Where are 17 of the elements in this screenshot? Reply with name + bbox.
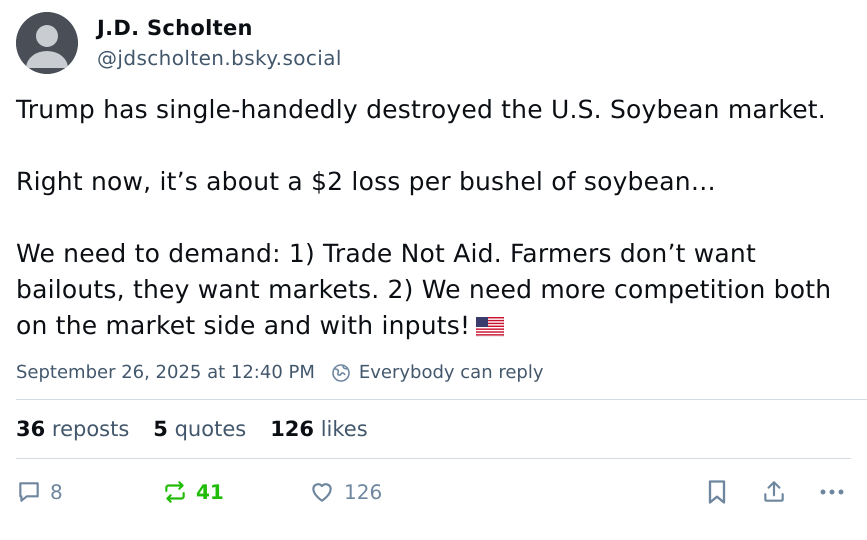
reply-setting: Everybody can reply [358,362,544,383]
like-count: 126 [344,480,382,504]
more-icon[interactable] [819,488,845,496]
us-flag-icon [476,317,504,337]
reply-count: 8 [50,480,63,504]
post-paragraph: Right now, it’s about a $2 loss per bushel of soybean… [16,166,717,198]
post-paragraph: Trump has single-handedly destroyed the U.S. Soybean market. [16,94,827,126]
avatar-icon[interactable] [16,12,78,74]
author-handle[interactable]: @jdscholten.bsky.social [97,45,342,71]
engagement-stat[interactable]: 36 reposts [16,417,130,441]
post-timestamp: September 26, 2025 at 12:40 PM [16,362,315,383]
author-name[interactable]: J.D. Scholten [97,15,342,41]
repost-count: 41 [196,480,224,504]
globe-icon [330,362,351,382]
engagement-stat[interactable]: 5 quotes [153,417,246,441]
post-paragraph: We need to demand: 1) Trade Not Aid. Farmers don’t want bailouts, they want markets. 2) We need more competition both on the market side and with inputs! [16,238,832,342]
engagement-stat[interactable]: 126 likes [270,417,368,441]
